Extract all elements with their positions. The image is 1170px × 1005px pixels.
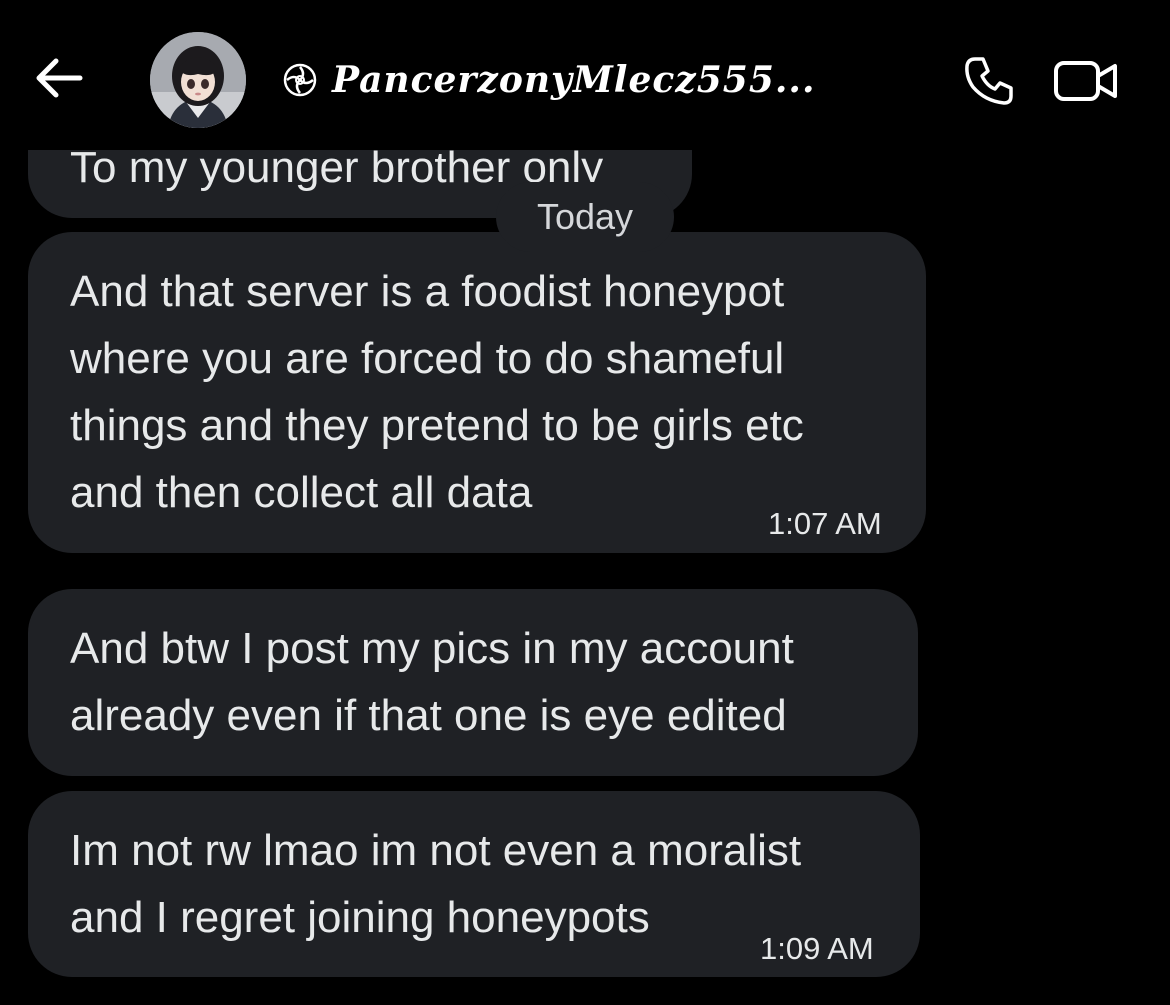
phone-icon	[965, 57, 1013, 105]
message-timestamp: 1:07 AM	[768, 506, 882, 541]
video-camera-icon	[1054, 61, 1117, 101]
spiral-badge-icon	[283, 63, 317, 97]
call-button[interactable]	[958, 50, 1020, 112]
arrow-left-icon	[36, 58, 83, 98]
avatar[interactable]	[150, 32, 246, 128]
back-button[interactable]	[30, 56, 86, 100]
message-timestamp: 1:09 AM	[760, 931, 874, 966]
video-call-button[interactable]	[1048, 50, 1124, 112]
date-separator: Today	[496, 182, 674, 252]
avatar-image	[150, 32, 246, 128]
message-bubble[interactable]: And that server is a foodist honeypot wh…	[28, 232, 926, 553]
contact-name-link[interactable]: PancerzonyMlecz555...	[282, 52, 815, 108]
chat-header: PancerzonyMlecz555...	[0, 0, 1170, 150]
message-bubble[interactable]: And btw I post my pics in my account alr…	[28, 589, 918, 776]
message-text: And btw I post my pics in my account alr…	[70, 624, 794, 740]
message-text: And that server is a foodist honeypot wh…	[70, 267, 804, 517]
message-bubble[interactable]: Im not rw lmao im not even a moralist an…	[28, 791, 920, 977]
contact-name: PancerzonyMlecz555...	[332, 59, 816, 101]
